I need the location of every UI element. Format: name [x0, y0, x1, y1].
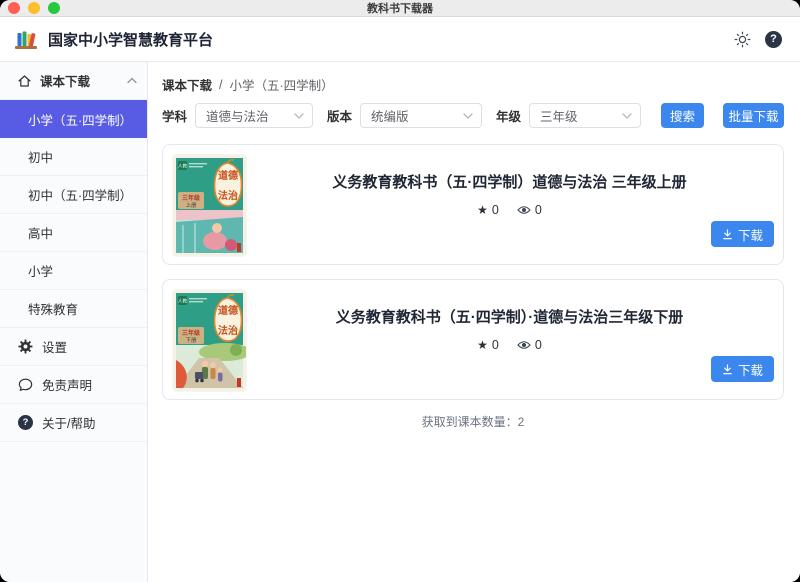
chevron-down-icon [622, 113, 632, 119]
view-count: 0 [535, 338, 542, 352]
titlebar: 教科书下载器 [0, 0, 800, 17]
book-stats: ★ 0 0 [477, 203, 542, 217]
sidebar-item-label: 小学（五·四学制） [28, 110, 132, 129]
chevron-down-icon [294, 113, 304, 119]
book-list: 道德 法治 三年级 上册 人教 义务教育教科书（五·四学制）道德与法治 三年级上… [162, 144, 784, 400]
search-button[interactable]: 搜索 [661, 103, 704, 128]
sidebar-item-disclaimer[interactable]: 免责声明 [0, 366, 147, 404]
sidebar-item-primary[interactable]: 小学 [0, 252, 147, 290]
book-title: 义务教育教科书（五·四学制）·道德与法治三年级下册 [336, 306, 684, 327]
svg-text:三年级: 三年级 [182, 194, 200, 202]
edition-value: 统编版 [371, 106, 463, 125]
book-card: 道德 法治 三年级 上册 人教 义务教育教科书（五·四学制）道德与法治 三年级上… [162, 144, 784, 265]
sidebar-item-junior-54[interactable]: 初中（五·四学制） [0, 176, 147, 214]
breadcrumb: 课本下载 / 小学（五·四学制） [162, 75, 784, 94]
svg-text:三年级: 三年级 [182, 329, 200, 337]
sidebar-item-about-help[interactable]: ? 关于/帮助 [0, 404, 147, 442]
batch-download-button[interactable]: 批量下载 [723, 103, 784, 128]
svg-text:道德: 道德 [218, 169, 238, 182]
subject-label: 学科 [162, 106, 187, 125]
breadcrumb-current: 小学（五·四学制） [230, 75, 334, 94]
book-stats: ★ 0 0 [477, 338, 542, 352]
grade-value: 三年级 [540, 106, 622, 125]
grade-label: 年级 [496, 106, 521, 125]
svg-text:法治: 法治 [218, 324, 238, 337]
books-logo-icon [13, 27, 39, 51]
download-label: 下载 [738, 360, 763, 379]
svg-text:法治: 法治 [218, 189, 238, 202]
sidebar-item-settings[interactable]: 设置 [0, 328, 147, 366]
sidebar-item-label: 特殊教育 [28, 299, 78, 318]
chevron-down-icon [463, 113, 473, 119]
book-card: 道德 法治 三年级 下册 人教 义务教育教科书（五·四学制）·道德与法治三年级下… [162, 279, 784, 400]
chevron-up-icon [127, 77, 137, 84]
sidebar-item-label: 初中（五·四学制） [28, 185, 132, 204]
breadcrumb-root[interactable]: 课本下载 [162, 75, 212, 94]
download-label: 下载 [738, 225, 763, 244]
book-cover-volume1: 道德 法治 三年级 上册 人教 [173, 155, 246, 256]
window-title: 教科书下载器 [0, 0, 800, 16]
app-header: 国家中小学智慧教育平台 ? [0, 17, 800, 62]
filter-bar: 学科 道德与法治 版本 统编版 年级 三年级 搜索 批量下载 [162, 103, 784, 128]
main-content: 课本下载 / 小学（五·四学制） 学科 道德与法治 版本 统编版 年级 三年级 [148, 62, 800, 582]
subject-select[interactable]: 道德与法治 [195, 103, 313, 128]
edition-select[interactable]: 统编版 [360, 103, 482, 128]
svg-text:上册: 上册 [185, 201, 197, 209]
view-count: 0 [535, 203, 542, 217]
chat-bubble-icon [18, 377, 33, 392]
sidebar-item-label: 关于/帮助 [42, 413, 95, 432]
question-circle-icon: ? [18, 415, 33, 430]
home-icon [17, 74, 32, 88]
sidebar-item-label: 高中 [28, 223, 53, 242]
star-count: 0 [492, 203, 499, 217]
download-icon [722, 229, 733, 240]
views-stat: 0 [517, 338, 542, 352]
star-stat: ★ 0 [477, 338, 499, 352]
sidebar-group-textbook-download[interactable]: 课本下载 [0, 62, 147, 100]
sidebar-item-special-education[interactable]: 特殊教育 [0, 290, 147, 328]
sidebar-group-label: 课本下载 [40, 71, 90, 90]
views-stat: 0 [517, 203, 542, 217]
sidebar: 课本下载 小学（五·四学制） 初中 初中（五·四学制） 高中 小学 特殊教育 [0, 62, 148, 582]
sidebar-item-senior[interactable]: 高中 [0, 214, 147, 252]
star-stat: ★ 0 [477, 203, 499, 217]
grade-select[interactable]: 三年级 [529, 103, 641, 128]
app-window: 教科书下载器 国家中小学智慧教育平台 [0, 0, 800, 582]
svg-text:人教: 人教 [178, 163, 188, 170]
svg-text:人教: 人教 [178, 298, 188, 305]
download-icon [722, 364, 733, 375]
star-icon: ★ [477, 338, 488, 352]
sidebar-item-junior[interactable]: 初中 [0, 138, 147, 176]
breadcrumb-separator: / [219, 78, 222, 92]
star-icon: ★ [477, 203, 488, 217]
sidebar-item-label: 设置 [42, 337, 67, 356]
eye-icon [517, 205, 531, 215]
sidebar-item-label: 小学 [28, 261, 53, 280]
star-count: 0 [492, 338, 499, 352]
eye-icon [517, 340, 531, 350]
sidebar-item-primary-54[interactable]: 小学（五·四学制） [0, 100, 147, 138]
theme-toggle-sun-icon[interactable] [733, 30, 751, 48]
app-title: 国家中小学智慧教育平台 [48, 29, 213, 50]
help-icon[interactable]: ? [765, 31, 782, 48]
gear-icon [18, 339, 33, 354]
edition-label: 版本 [327, 106, 352, 125]
book-cover-volume2: 道德 法治 三年级 下册 人教 [173, 290, 246, 391]
result-count: 获取到课本数量：2 [162, 413, 784, 430]
sidebar-item-label: 初中 [28, 147, 53, 166]
download-button[interactable]: 下载 [711, 356, 774, 382]
svg-text:道德: 道德 [218, 304, 238, 317]
subject-value: 道德与法治 [206, 106, 294, 125]
sidebar-item-label: 免责声明 [42, 375, 92, 394]
svg-text:下册: 下册 [185, 337, 197, 344]
book-title: 义务教育教科书（五·四学制）道德与法治 三年级上册 [332, 171, 686, 192]
download-button[interactable]: 下载 [711, 221, 774, 247]
